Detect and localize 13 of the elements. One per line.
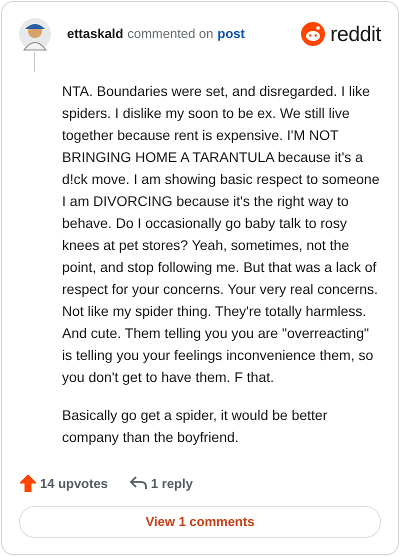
comment-paragraph: Basically go get a spider, it would be better company than the boyfriend. <box>62 406 328 447</box>
upvote-count: 14 upvotes <box>40 474 108 493</box>
username[interactable]: ettaskald <box>67 24 124 44</box>
logo-icon <box>301 22 326 46</box>
reply-icon[interactable] <box>130 476 147 490</box>
post-link[interactable]: post <box>217 24 245 44</box>
action-text: commented on <box>127 25 214 44</box>
brand-name: reddit <box>330 24 381 44</box>
upvote-icon[interactable] <box>20 474 36 492</box>
view-comments-button[interactable]: View 1 comments <box>19 506 381 538</box>
comment-paragraph: NTA. Boundaries were set, and disregarded. I like spiders. I dislike my soon to be ex. We still live together because rent is expensive. I'M NOT BRINGING HOME A TARANTULA because it's a d!ck move. I am showing basic respect to someone I am DIVORCING because it's the right way to behave. Do I occasionally go baby talk to rosy knees at pet stores? Yeah, sometimes, not the point, and stop following me. But that was a lack of respect for your concerns. Your very real concerns. Not like my spider thing. They're totally harmless. And cute. Them telling you you are "overreacting" is telling you your feelings inconvenience them, so you don't get to have them. F that. <box>62 82 380 387</box>
reply-count: 1 reply <box>150 474 193 493</box>
avatar-icon <box>19 17 51 51</box>
